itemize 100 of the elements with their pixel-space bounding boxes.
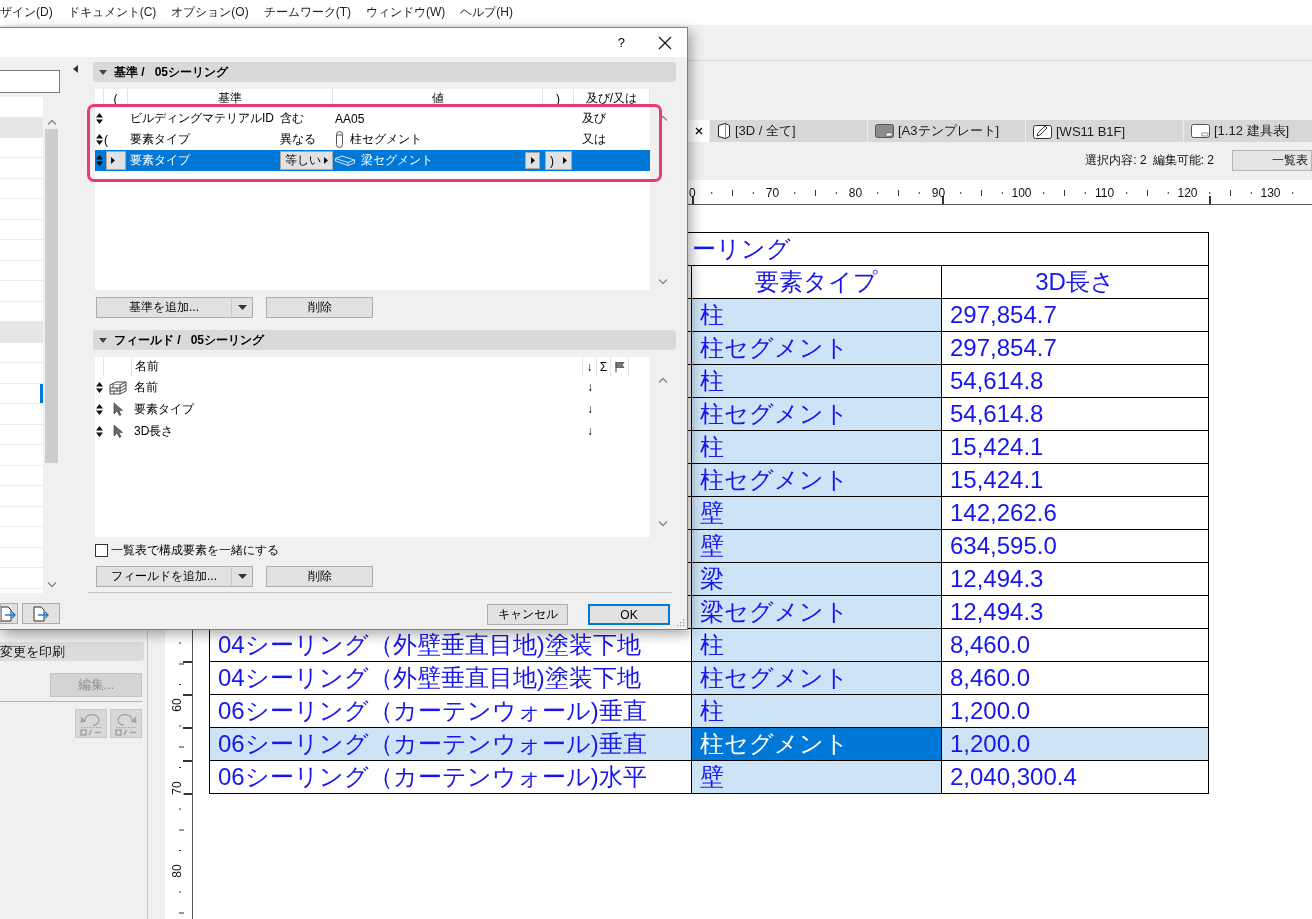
section-header[interactable]: フィールド / 05シーリング xyxy=(93,330,676,350)
section-title: フィールド / xyxy=(114,331,181,349)
down-triangle-icon[interactable] xyxy=(99,69,107,75)
criterion-text: 要素タイプ xyxy=(130,152,190,169)
chevron-down-icon[interactable] xyxy=(46,582,57,588)
section-header[interactable]: 基準 / 05シーリング xyxy=(93,62,676,82)
table-cell: 15,424.1 xyxy=(942,464,1209,497)
menu-item[interactable]: ウィンドウ(W) xyxy=(366,4,446,21)
list-row[interactable]: ( 要素タイプ 異なる 柱セグメント 又は xyxy=(95,129,650,150)
list-row[interactable] xyxy=(0,384,43,404)
conjunction-text: 又は xyxy=(582,131,606,148)
scheme-name: 05シーリング xyxy=(190,331,265,349)
list-row[interactable]: 要素タイプ 等しい 梁セグメント ) xyxy=(95,150,650,171)
checkbox[interactable] xyxy=(95,543,108,557)
up-down-arrows-icon[interactable] xyxy=(96,381,103,393)
menu-item[interactable]: オプション(O) xyxy=(171,4,249,21)
chevron-down-icon[interactable] xyxy=(658,279,668,285)
up-down-arrows-icon[interactable] xyxy=(96,134,103,145)
conjunction-text: 及び xyxy=(582,110,606,127)
table-cell: 06シーリング（カーテンウォール)垂直 xyxy=(210,695,692,728)
column-header: 3D長さ xyxy=(942,266,1209,299)
paren-text: ( xyxy=(104,132,108,147)
menu-item[interactable]: ザイン(D) xyxy=(0,4,53,21)
selection-count: 選択内容: 2 xyxy=(1085,152,1147,169)
up-down-arrows-icon[interactable] xyxy=(96,425,103,437)
table-cell: 壁 xyxy=(692,497,942,530)
dropdown[interactable]: ) xyxy=(545,151,572,170)
editable-count: 編集可能: 2 xyxy=(1152,152,1214,169)
cancel-button[interactable]: キャンセル xyxy=(487,604,568,625)
export-button[interactable] xyxy=(22,603,60,624)
ok-button[interactable]: OK xyxy=(588,604,670,625)
left-triangle-icon[interactable] xyxy=(72,65,78,73)
menu-item[interactable]: ヘルプ(H) xyxy=(460,4,513,21)
section-header[interactable]: 変更を印刷 xyxy=(0,642,144,661)
dropdown[interactable] xyxy=(106,151,126,170)
field-name: 名前 xyxy=(134,378,158,396)
menu-item[interactable]: チームワーク(T) xyxy=(263,4,351,21)
column-header: Σ xyxy=(597,357,611,376)
right-triangle-icon xyxy=(324,157,328,164)
add-criterion-button[interactable]: 基準を追加... xyxy=(96,297,232,318)
scrollbar-thumb[interactable] xyxy=(45,129,58,463)
schedule-button[interactable]: 一覧表 xyxy=(1232,150,1312,171)
right-triangle-icon xyxy=(530,157,535,164)
ruler-label: 80 xyxy=(169,864,184,878)
sort-arrow: ↓ xyxy=(587,380,593,394)
pillar-icon xyxy=(335,131,344,148)
close-icon[interactable] xyxy=(694,127,703,135)
table-cell: 06シーリング（カーテンウォール)垂直 xyxy=(210,728,692,761)
up-down-arrows-icon[interactable] xyxy=(96,403,103,415)
table-cell: 柱セグメント xyxy=(692,332,942,365)
column-header: ↓ xyxy=(583,357,597,376)
table-cell: 柱 xyxy=(692,431,942,464)
table-cell: 54,614.8 xyxy=(942,365,1209,398)
table-cell: 634,595.0 xyxy=(942,530,1209,563)
list-row[interactable]: ビルディングマテリアルID 含む AA05 及び xyxy=(95,108,650,129)
beam-icon xyxy=(335,154,355,167)
table-cell: 297,854.7 xyxy=(942,332,1209,365)
dropdown-button[interactable] xyxy=(232,297,253,318)
dropdown[interactable]: 等しい xyxy=(280,151,333,170)
value-text: 柱セグメント xyxy=(350,131,422,148)
delete-button[interactable]: 削除 xyxy=(266,297,373,318)
delete-button[interactable]: 削除 xyxy=(266,566,373,587)
dropdown-button[interactable] xyxy=(525,152,540,169)
table-cell: 柱セグメント xyxy=(692,464,942,497)
scheme-name: 05シーリング xyxy=(154,63,229,81)
table-cell: 柱 xyxy=(692,695,942,728)
chevron-up-icon[interactable] xyxy=(658,377,668,383)
tab[interactable] xyxy=(688,120,710,142)
pencil-sheet-icon xyxy=(1033,123,1052,139)
table-cell: 2,040,300.4 xyxy=(942,761,1209,794)
ruler-label: 70 xyxy=(765,186,780,200)
add-field-button[interactable]: フィールドを追加... xyxy=(96,566,232,587)
table-cell: 06シーリング（カーテンウォール)水平 xyxy=(210,761,692,794)
redo-icon xyxy=(113,711,139,736)
operator-text: 含む xyxy=(280,110,304,127)
table-cell: 04シーリング（外壁垂直目地)塗装下地 xyxy=(210,662,692,695)
menu-item[interactable]: ドキュメント(C) xyxy=(67,4,157,21)
splitter[interactable] xyxy=(148,630,165,919)
table-cell: 柱セグメント xyxy=(692,728,942,761)
table-cell: 柱セグメント xyxy=(692,398,942,431)
import-button[interactable] xyxy=(0,603,18,624)
chevron-down-icon[interactable] xyxy=(658,521,668,527)
ruler-label: 0 xyxy=(689,186,696,200)
table-cell: 壁 xyxy=(692,761,942,794)
table-cell: 8,460.0 xyxy=(942,662,1209,695)
table-cell: 12,494.3 xyxy=(942,563,1209,596)
chevron-up-icon[interactable] xyxy=(46,119,57,125)
ruler-label: 120 xyxy=(1177,186,1198,200)
column-header: 要素タイプ xyxy=(692,266,942,299)
ruler-label: 110 xyxy=(1094,186,1115,200)
search-field[interactable] xyxy=(0,70,60,93)
help-button[interactable]: ? xyxy=(617,35,625,50)
cube-icon xyxy=(717,123,731,139)
up-down-arrows-icon[interactable] xyxy=(96,113,103,124)
resize-grip-icon[interactable] xyxy=(676,618,685,627)
right-triangle-icon xyxy=(111,157,115,164)
dropdown-button[interactable] xyxy=(232,566,253,587)
down-triangle-icon[interactable] xyxy=(99,337,107,343)
close-icon[interactable] xyxy=(658,35,672,50)
ruler-label: 60 xyxy=(169,698,184,712)
